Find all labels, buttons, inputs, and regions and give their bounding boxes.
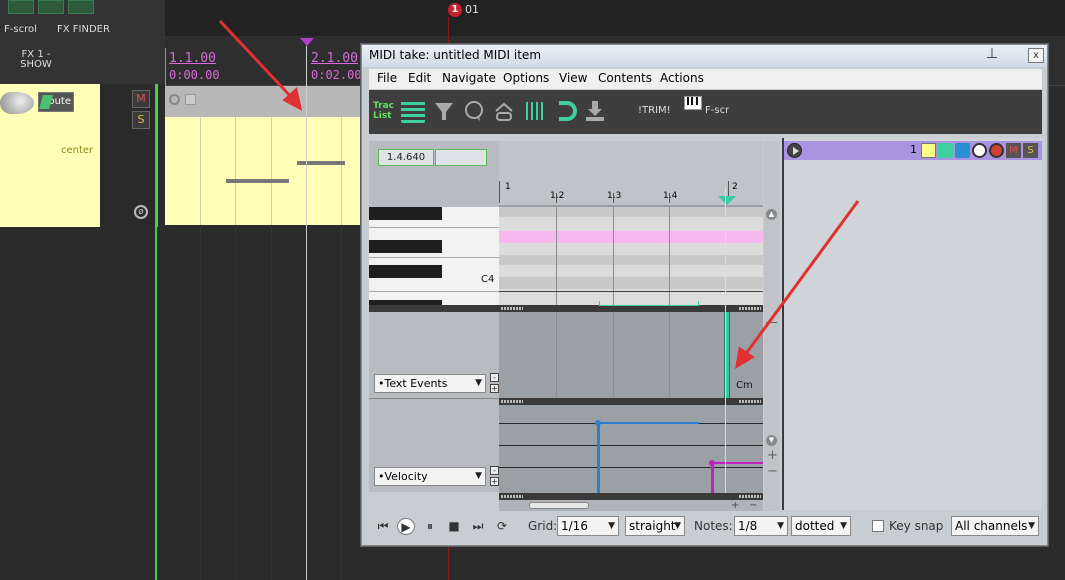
annotation-arrow-line [743, 200, 860, 356]
annotation-arrow-head [734, 346, 755, 369]
annotation-arrow-line [218, 19, 296, 102]
annotation-arrows [218, 19, 860, 369]
